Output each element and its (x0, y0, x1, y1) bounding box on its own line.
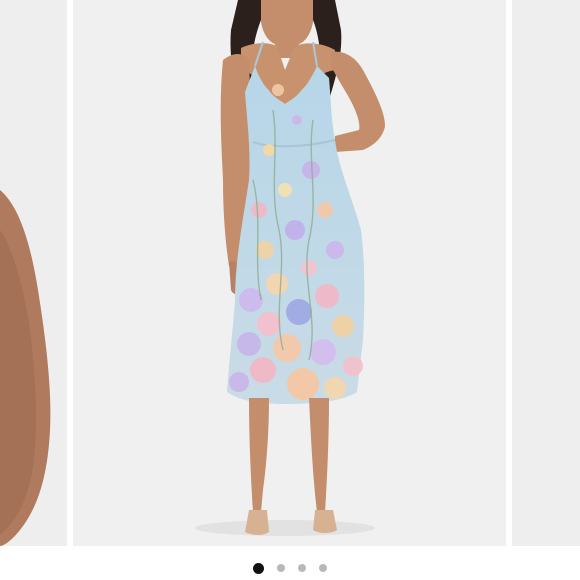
pagination-dot-3[interactable] (298, 564, 306, 572)
previous-slide[interactable] (0, 0, 67, 546)
next-slide[interactable] (512, 0, 580, 546)
product-image-carousel[interactable] (0, 0, 580, 546)
carousel-pagination (0, 556, 580, 580)
previous-slide-arm-image (0, 190, 51, 546)
dress-photo (195, 0, 385, 536)
pagination-dot-2[interactable] (277, 564, 285, 572)
pagination-dot-1[interactable] (253, 562, 264, 574)
main-slide[interactable] (73, 0, 506, 546)
pagination-dot-4[interactable] (319, 564, 327, 572)
